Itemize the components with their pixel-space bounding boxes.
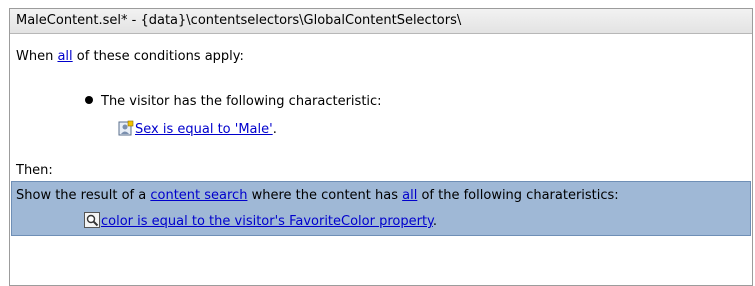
action-suffix: of the following charateristics: [417, 188, 619, 203]
condition-link[interactable]: Sex is equal to 'Male' [135, 122, 273, 137]
action-quantifier-link[interactable]: all [402, 188, 417, 203]
visitor-characteristic-icon [118, 120, 134, 136]
when-sentence: When all of these conditions apply: [16, 49, 244, 64]
criterion-tail: . [432, 214, 438, 229]
action-middle: where the content has [247, 188, 403, 203]
rule-editor: MaleContent.sel* - {data}\contentselecto… [9, 8, 753, 286]
then-label: Then: [16, 163, 53, 178]
content-search-icon [84, 212, 100, 228]
condition-heading-text: The visitor has the following characteri… [101, 94, 382, 109]
condition-tail: . [272, 122, 277, 137]
when-suffix: of these conditions apply: [72, 49, 244, 64]
when-quantifier-link[interactable]: all [57, 49, 72, 64]
editor-title: MaleContent.sel* - {data}\contentselecto… [10, 9, 752, 34]
bullet-icon [85, 96, 93, 104]
when-prefix: When [16, 49, 58, 64]
action-prefix: Show the result of a [16, 188, 151, 203]
criterion-link[interactable]: color is equal to the visitor's Favorite… [101, 214, 433, 229]
condition-item: Sex is equal to 'Male'. [118, 120, 277, 137]
criterion-item: color is equal to the visitor's Favorite… [84, 212, 437, 229]
content-search-link[interactable]: content search [150, 188, 247, 203]
condition-heading: The visitor has the following characteri… [85, 94, 382, 109]
action-sentence: Show the result of a content search wher… [16, 188, 619, 203]
